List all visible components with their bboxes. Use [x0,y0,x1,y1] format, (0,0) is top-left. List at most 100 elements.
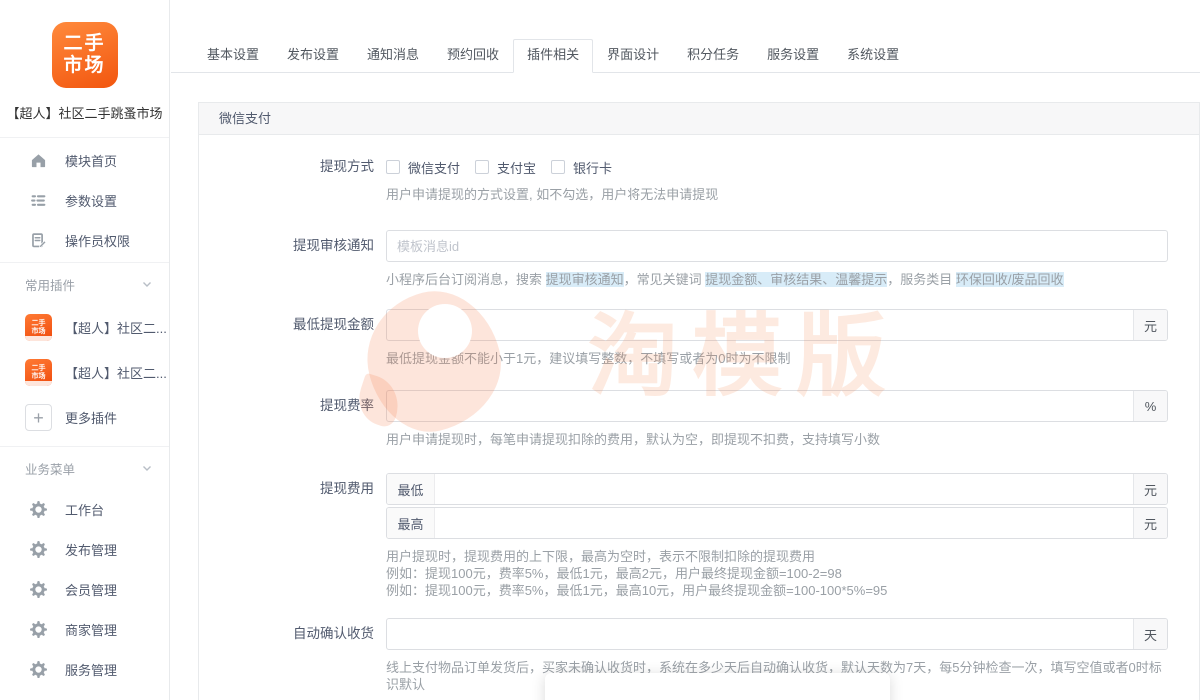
highlighted-keyword: 提现审核通知 [546,272,624,287]
section-header-label: 业务菜单 [25,459,75,478]
sidebar-main-nav: 模块首页 参数设置 操作员权限 [0,138,169,263]
checkbox-bank-card[interactable]: 银行卡 [551,158,612,177]
field-hint: 用户提现时，提现费用的上下限，最高为空时，表示不限制扣除的提现费用 例如：提现1… [386,548,1168,599]
sidebar-item-label: 工作台 [65,500,104,519]
tab-service-settings[interactable]: 服务设置 [753,39,833,72]
sidebar-item-label: 模块首页 [65,151,117,170]
floating-panel [545,673,890,700]
audit-notice-input[interactable] [387,231,1167,261]
logo-text-line1: 二手 [63,33,105,55]
more-plugins-label: 更多插件 [65,408,117,427]
plugin-logo-icon: 二手市场 [25,359,52,386]
tab-appointment-recycling[interactable]: 预约回收 [433,39,513,72]
app-logo-icon: 二手 市场 [52,22,118,88]
section-header-label: 常用插件 [25,275,75,294]
checkbox-icon [386,160,400,174]
sidebar-plugin-item-1[interactable]: 二手市场 【超人】社区二... [0,305,169,350]
plugin-logo-icon: 二手市场 [25,314,52,341]
unit-suffix: % [1133,391,1167,421]
gear-icon [30,661,47,678]
form-row-min-amount: 最低提现金额 元 最低提现金额不能小于1元，建议填写整数，不填写或者为0时为不限… [199,309,1199,367]
main-content: 基本设置 发布设置 通知消息 预约回收 插件相关 界面设计 积分任务 服务设置 … [171,0,1200,700]
section-header-business-menu[interactable]: 业务菜单 [0,447,169,489]
min-prefix-label: 最低 [387,474,435,504]
plugin-item-label: 【超人】社区二... [65,363,167,382]
tab-notification-messages[interactable]: 通知消息 [353,39,433,72]
fee-rate-input[interactable] [387,391,1133,421]
sidebar-more-plugins[interactable]: + 更多插件 [0,395,169,440]
gear-icon [30,581,47,598]
sidebar-item-label: 操作员权限 [65,231,130,250]
form-row-fee-limit: 提现费用 最低 元 最高 元 用户提现时，提现费 [199,473,1199,599]
sidebar-item-publish-management[interactable]: 发布管理 [0,529,169,569]
fee-min-input[interactable] [435,474,1133,504]
gear-icon [30,621,47,638]
field-label: 提现方式 [199,157,386,203]
section-header-common-plugins[interactable]: 常用插件 [0,263,169,305]
min-amount-input[interactable] [387,310,1133,340]
sidebar-plugin-item-2[interactable]: 二手市场 【超人】社区二... [0,350,169,395]
hint-line: 例如：提现100元，费率5%，最低1元，最高10元，用户最终提现金额=100-1… [386,582,1168,599]
unit-suffix: 天 [1133,619,1167,649]
auto-confirm-input-group: 天 [386,618,1168,650]
tab-system-settings[interactable]: 系统设置 [833,39,913,72]
tab-basic-settings[interactable]: 基本设置 [193,39,273,72]
sidebar-business-section: 业务菜单 工作台 发布管理 会员管理 商家管理 [0,447,169,689]
gear-icon [30,541,47,558]
plus-icon: + [25,404,52,431]
panel-title: 微信支付 [199,103,1199,135]
plugin-item-label: 【超人】社区二... [65,318,167,337]
sidebar-item-param-settings[interactable]: 参数设置 [0,180,169,220]
tab-plugin-related[interactable]: 插件相关 [513,39,593,73]
unit-suffix: 元 [1133,310,1167,340]
sidebar-item-module-home[interactable]: 模块首页 [0,140,169,180]
checkbox-wechat-pay[interactable]: 微信支付 [386,158,460,177]
unit-suffix: 元 [1133,474,1167,504]
chevron-down-icon [141,278,153,290]
fee-max-input[interactable] [435,508,1133,538]
sidebar-item-operator-permissions[interactable]: 操作员权限 [0,220,169,260]
hint-line: 用户提现时，提现费用的上下限，最高为空时，表示不限制扣除的提现费用 [386,548,1168,565]
tab-points-tasks[interactable]: 积分任务 [673,39,753,72]
app-logo: 二手 市场 [0,0,169,88]
field-label: 提现费用 [199,473,386,599]
highlighted-keyword: 提现金额、审核结果、温馨提示 [705,272,887,287]
sidebar-item-label: 发布管理 [65,540,117,559]
sidebar-item-label: 服务管理 [65,660,117,679]
app-title: 【超人】社区二手跳蚤市场 [0,103,169,138]
settings-tab-bar: 基本设置 发布设置 通知消息 预约回收 插件相关 界面设计 积分任务 服务设置 … [171,39,1200,73]
sidebar-item-merchant-management[interactable]: 商家管理 [0,609,169,649]
unit-suffix: 元 [1133,508,1167,538]
field-hint: 用户申请提现时，每笔申请提现扣除的费用，默认为空，即提现不扣费，支持填写小数 [386,431,1168,448]
field-label: 提现费率 [199,390,386,448]
checkbox-label: 微信支付 [408,158,460,177]
checkbox-icon [475,160,489,174]
tab-publish-settings[interactable]: 发布设置 [273,39,353,72]
highlighted-keyword: 环保回收/废品回收 [956,272,1064,287]
sidebar-item-member-management[interactable]: 会员管理 [0,569,169,609]
gear-icon [30,501,47,518]
auto-confirm-input[interactable] [387,619,1133,649]
wechat-pay-panel: 微信支付 提现方式 微信支付 支付宝 [198,102,1200,700]
sidebar-item-label: 参数设置 [65,191,117,210]
logo-text-line2: 市场 [63,55,105,77]
checkbox-label: 银行卡 [573,158,612,177]
field-hint: 最低提现金额不能小于1元，建议填写整数，不填写或者为0时为不限制 [386,350,1168,367]
sidebar-item-workbench[interactable]: 工作台 [0,489,169,529]
field-label: 最低提现金额 [199,309,386,367]
tab-interface-design[interactable]: 界面设计 [593,39,673,72]
form-row-fee-rate: 提现费率 % 用户申请提现时，每笔申请提现扣除的费用，默认为空，即提现不扣费，支… [199,390,1199,448]
fee-min-input-group: 最低 元 [386,473,1168,505]
sidebar-item-label: 商家管理 [65,620,117,639]
sidebar-item-service-management[interactable]: 服务管理 [0,649,169,689]
field-hint: 小程序后台订阅消息，搜索 提现审核通知，常见关键词 提现金额、审核结果、温馨提示… [386,271,1168,288]
chevron-down-icon [141,462,153,474]
fee-rate-input-group: % [386,390,1168,422]
sidebar-plugin-section: 常用插件 二手市场 【超人】社区二... 二手市场 【超人】社区二... [0,263,169,447]
hint-line: 例如：提现100元，费率5%，最低1元，最高2元，用户最终提现金额=100-2=… [386,565,1168,582]
field-label: 自动确认收货 [199,618,386,693]
checkbox-alipay[interactable]: 支付宝 [475,158,536,177]
app-root: 二手 市场 【超人】社区二手跳蚤市场 模块首页 参数设置 [0,0,1200,700]
sidebar-item-label: 会员管理 [65,580,117,599]
panel-body: 提现方式 微信支付 支付宝 [199,135,1199,693]
